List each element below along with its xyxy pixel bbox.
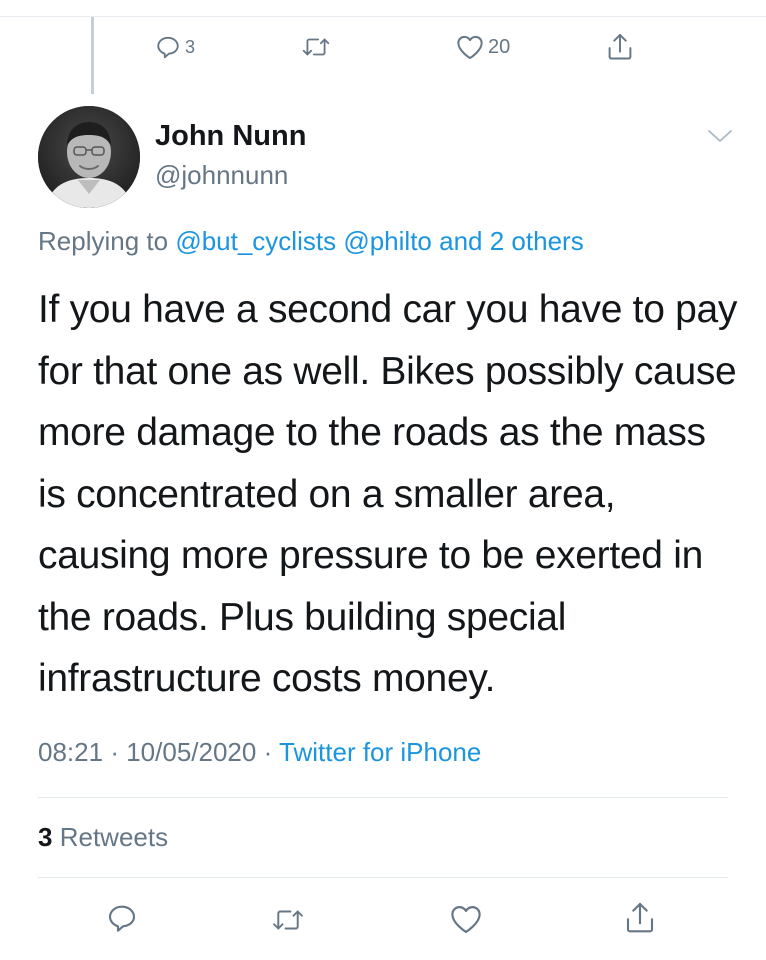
meta-separator: · [263, 737, 273, 767]
more-options-button[interactable] [707, 128, 733, 149]
like-button[interactable] [449, 904, 483, 934]
parent-share-button[interactable] [606, 32, 634, 62]
replying-to-connector: and [439, 226, 483, 256]
meta-separator: · [110, 737, 119, 767]
reply-button[interactable] [106, 902, 138, 934]
others-link[interactable]: 2 others [490, 226, 584, 256]
avatar[interactable] [38, 106, 140, 208]
tweet-date[interactable]: 10/05/2020 [126, 737, 256, 767]
share-icon [608, 33, 632, 60]
share-button[interactable] [624, 900, 656, 936]
parent-retweet-button[interactable] [301, 35, 331, 59]
retweet-icon [302, 38, 330, 56]
retweet-count: 3 [38, 822, 53, 852]
stats-divider-bottom [38, 877, 728, 878]
parent-reply-button[interactable]: 3 [155, 34, 195, 60]
chevron-down-icon [708, 130, 732, 142]
mention-link[interactable]: @philto [343, 226, 432, 256]
parent-reply-count: 3 [185, 36, 196, 57]
author-display-name[interactable]: John Nunn [155, 120, 306, 153]
tweet-source-link[interactable]: Twitter for iPhone [279, 737, 481, 767]
like-icon [451, 906, 481, 934]
share-icon [626, 902, 654, 933]
tweet-metadata: 08:21 · 10/05/2020 · Twitter for iPhone [38, 737, 481, 768]
author-handle[interactable]: @johnnunn [155, 160, 288, 191]
retweets-stat[interactable]: 3 Retweets [38, 822, 168, 853]
replying-to-prefix: Replying to [38, 226, 169, 256]
reply-icon [108, 905, 136, 932]
tweet-text: If you have a second car you have to pay… [38, 288, 738, 700]
profile-photo-icon [38, 106, 140, 208]
parent-like-count: 20 [488, 35, 511, 58]
retweet-button[interactable] [271, 906, 305, 934]
replying-to-line: Replying to @but_cyclists @philto and 2 … [38, 226, 584, 257]
retweet-icon [273, 910, 303, 930]
stats-divider-top [38, 797, 728, 798]
like-icon [457, 35, 483, 60]
tweet-time[interactable]: 08:21 [38, 737, 103, 767]
top-divider [0, 16, 766, 17]
retweet-label: Retweets [59, 822, 169, 852]
parent-like-button[interactable]: 20 [456, 34, 510, 60]
mention-link[interactable]: @but_cyclists [175, 226, 336, 256]
thread-connector-line [91, 17, 94, 94]
reply-icon [157, 36, 179, 59]
